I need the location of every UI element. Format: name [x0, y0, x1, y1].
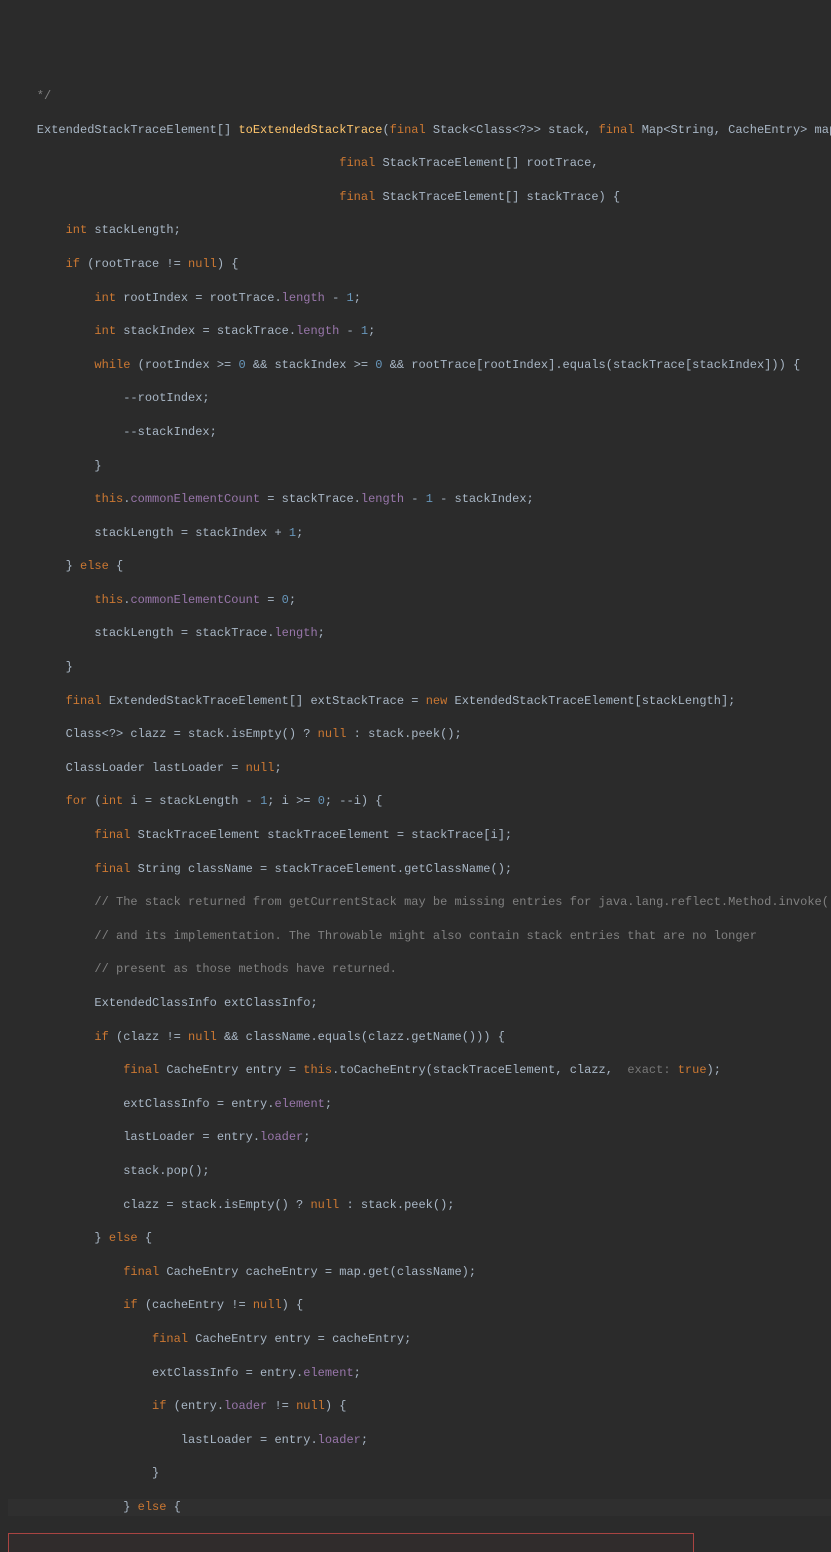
code-line: lastLoader = entry.loader;: [8, 1129, 831, 1146]
code-line: ExtendedStackTraceElement[] toExtendedSt…: [8, 122, 831, 139]
code-line: } else {: [8, 558, 831, 575]
code-line: final CacheEntry entry = cacheEntry;: [8, 1331, 831, 1348]
code-line: stackLength = stackTrace.length;: [8, 625, 831, 642]
code-line: if (cacheEntry != null) {: [8, 1297, 831, 1314]
code-line: extClassInfo = entry.element;: [8, 1365, 831, 1382]
code-line: if (rootTrace != null) {: [8, 256, 831, 273]
code-line: */: [8, 88, 831, 105]
code-line: final String className = stackTraceEleme…: [8, 861, 831, 878]
code-line: this.commonElementCount = 0;: [8, 592, 831, 609]
code-line: } else {: [8, 1499, 831, 1516]
code-line: stack.pop();: [8, 1163, 831, 1180]
code-line: ExtendedClassInfo extClassInfo;: [8, 995, 831, 1012]
code-line: final ExtendedStackTraceElement[] extSta…: [8, 693, 831, 710]
code-line: final CacheEntry entry = this.toCacheEnt…: [8, 1062, 831, 1079]
code-line: } else {: [8, 1230, 831, 1247]
code-line: int stackIndex = stackTrace.length - 1;: [8, 323, 831, 340]
code-line: // and its implementation. The Throwable…: [8, 928, 831, 945]
code-line: extClassInfo = entry.element;: [8, 1096, 831, 1113]
code-line: final StackTraceElement[] stackTrace) {: [8, 189, 831, 206]
code-line: final StackTraceElement[] rootTrace,: [8, 155, 831, 172]
code-line: while (rootIndex >= 0 && stackIndex >= 0…: [8, 357, 831, 374]
diff-highlight-block: final CacheEntry entry = this.toCacheEnt…: [8, 1533, 694, 1552]
code-line: // present as those methods have returne…: [8, 961, 831, 978]
code-line: if (clazz != null && className.equals(cl…: [8, 1029, 831, 1046]
code-line: this.commonElementCount = stackTrace.len…: [8, 491, 831, 508]
code-line: --rootIndex;: [8, 390, 831, 407]
code-line: final CacheEntry cacheEntry = map.get(cl…: [8, 1264, 831, 1281]
code-line: if (entry.loader != null) {: [8, 1398, 831, 1415]
code-line: for (int i = stackLength - 1; i >= 0; --…: [8, 793, 831, 810]
code-line: final StackTraceElement stackTraceElemen…: [8, 827, 831, 844]
code-line: int rootIndex = rootTrace.length - 1;: [8, 290, 831, 307]
code-line: int stackLength;: [8, 222, 831, 239]
code-line: Class<?> clazz = stack.isEmpty() ? null …: [8, 726, 831, 743]
code-line: }: [8, 1465, 831, 1482]
code-line: ClassLoader lastLoader = null;: [8, 760, 831, 777]
code-line: --stackIndex;: [8, 424, 831, 441]
code-line: }: [8, 458, 831, 475]
code-line: // The stack returned from getCurrentSta…: [8, 894, 831, 911]
code-line: clazz = stack.isEmpty() ? null : stack.p…: [8, 1197, 831, 1214]
code-line: lastLoader = entry.loader;: [8, 1432, 831, 1449]
code-line: final CacheEntry entry = this.toCacheEnt…: [9, 1550, 693, 1552]
code-line: stackLength = stackIndex + 1;: [8, 525, 831, 542]
code-editor[interactable]: */ ExtendedStackTraceElement[] toExtende…: [8, 71, 831, 1552]
code-line: }: [8, 659, 831, 676]
parameter-hint: exact:: [620, 1063, 678, 1077]
